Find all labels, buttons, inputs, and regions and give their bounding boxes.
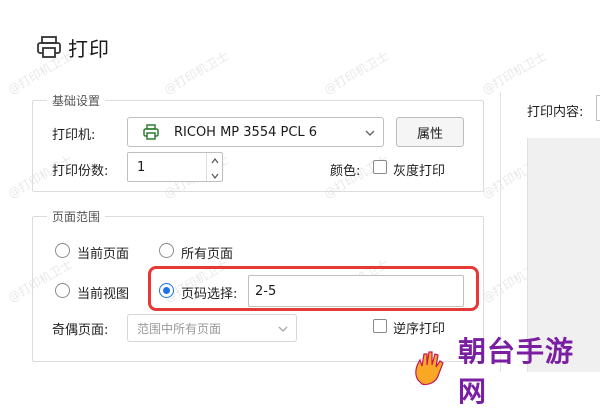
title-text: 打印: [68, 36, 110, 61]
chevron-down-icon[interactable]: [211, 168, 219, 183]
stepper-arrows[interactable]: [206, 153, 222, 181]
watermark: @打印机卫士: [479, 48, 549, 97]
chevron-up-icon[interactable]: [211, 153, 219, 168]
page-range-legend: 页面范围: [47, 208, 106, 225]
all-pages-label: 所有页面: [181, 247, 234, 262]
copies-value: 1: [137, 159, 146, 175]
watermark: @打印机卫士: [321, 48, 391, 97]
odd-even-value: 范围中所有页面: [137, 321, 222, 336]
printer-select-value: RICOH MP 3554 PCL 6: [174, 124, 318, 140]
properties-button[interactable]: 属性: [396, 117, 464, 147]
current-page-radio[interactable]: [55, 243, 70, 258]
odd-even-label: 奇偶页面:: [52, 323, 109, 338]
brand-logo: 朝台手游网: [412, 330, 600, 410]
color-label: 颜色:: [330, 164, 361, 179]
grayscale-checkbox[interactable]: [373, 160, 387, 174]
printer-label: 打印机:: [52, 128, 96, 143]
basic-settings-legend: 基础设置: [47, 92, 106, 109]
copies-stepper[interactable]: 1: [127, 152, 223, 182]
chevron-down-icon: [278, 323, 288, 338]
all-pages-radio[interactable]: [159, 243, 174, 258]
page-selection-label: 页码选择:: [181, 287, 238, 302]
page-selection-input[interactable]: 2-5: [248, 275, 464, 307]
reverse-checkbox[interactable]: [373, 319, 387, 333]
copies-label: 打印份数:: [52, 164, 109, 179]
current-view-radio[interactable]: [55, 283, 70, 298]
odd-even-select[interactable]: 范围中所有页面: [127, 314, 297, 342]
printer-icon: [36, 36, 62, 58]
printer-small-icon: [142, 124, 160, 140]
page-selection-value: 2-5: [255, 283, 277, 299]
current-page-label: 当前页面: [77, 247, 130, 262]
hand-icon: [412, 350, 454, 390]
current-view-label: 当前视图: [77, 287, 130, 302]
watermark: @打印机卫士: [161, 48, 231, 97]
printer-select[interactable]: RICOH MP 3554 PCL 6: [127, 117, 384, 147]
grayscale-label: 灰度打印: [393, 164, 446, 179]
brand-text: 朝台手游网: [458, 335, 575, 408]
page-selection-radio[interactable]: [159, 283, 174, 298]
dialog-title: 打印: [36, 32, 110, 62]
chevron-down-icon: [365, 127, 375, 142]
